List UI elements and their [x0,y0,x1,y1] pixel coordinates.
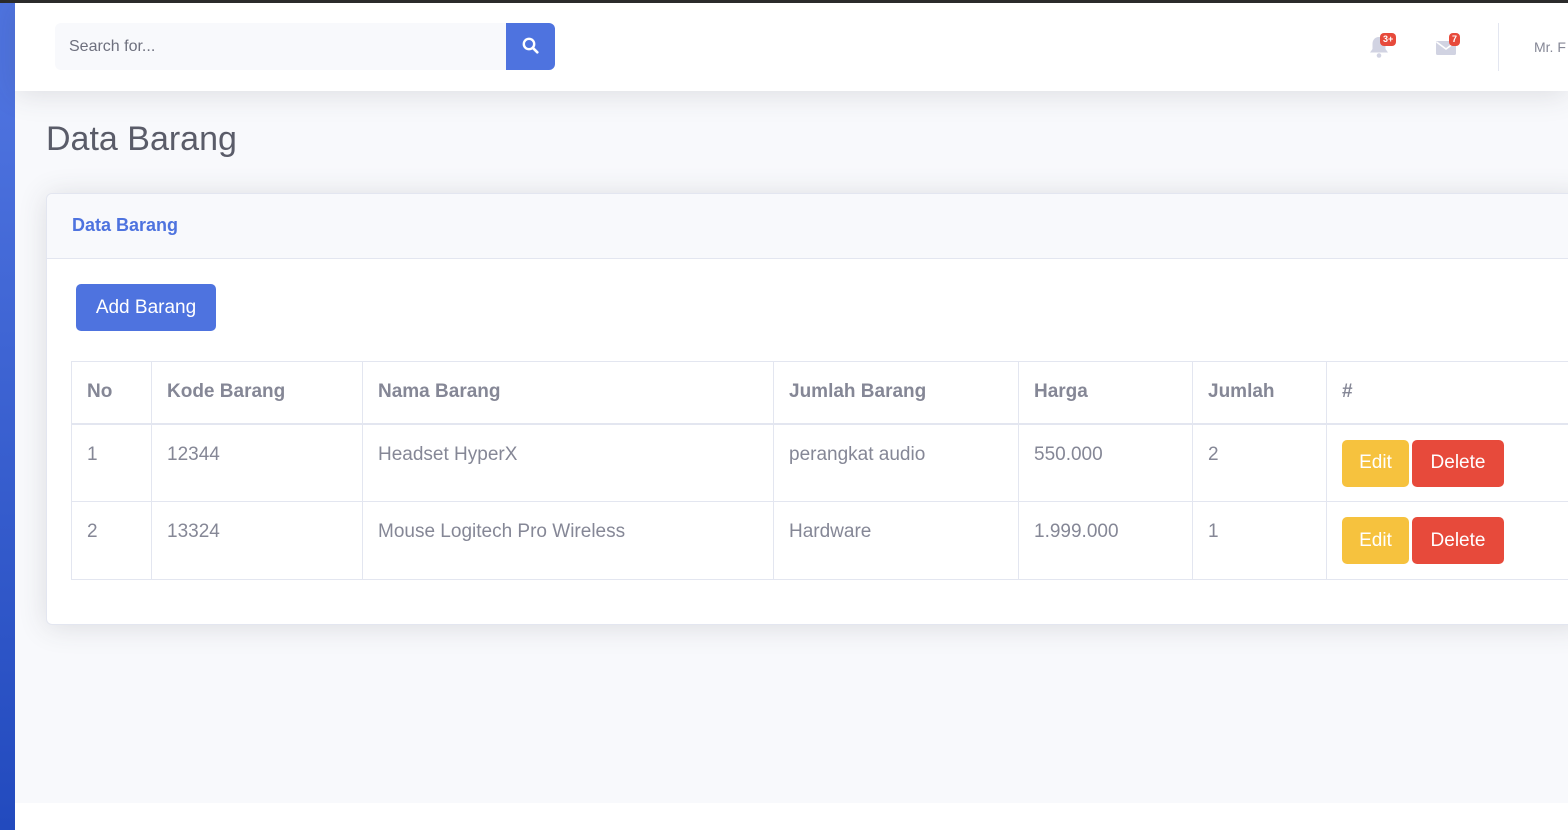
topbar-search [55,23,555,70]
edit-button[interactable]: Edit [1342,517,1409,564]
barang-table: No Kode Barang Nama Barang Jumlah Barang… [71,361,1568,580]
delete-button[interactable]: Delete [1412,439,1504,487]
sidebar [0,3,15,830]
column-header-harga: Harga [1018,361,1193,425]
cell-harga: 1.999.000 [1018,501,1193,580]
table-row: 1 12344 Headset HyperX perangkat audio 5… [71,423,1568,502]
cell-jumlah: 1 [1192,501,1327,580]
cell-no: 1 [71,423,152,502]
search-button[interactable] [506,23,555,70]
cell-actions: Edit Delete [1326,501,1568,580]
topbar: 3+ 7 Mr. F [15,3,1568,91]
table-header-row: No Kode Barang Nama Barang Jumlah Barang… [71,361,1568,425]
add-barang-button[interactable]: Add Barang [76,284,216,331]
column-header-jumlah: Jumlah [1192,361,1327,425]
topbar-divider [1498,23,1499,71]
column-header-actions: # [1326,361,1568,425]
cell-jumlah: 2 [1192,423,1327,502]
search-icon [522,37,539,57]
edit-button[interactable]: Edit [1342,439,1409,487]
column-header-kode-barang: Kode Barang [151,361,363,425]
page-title: Data Barang [46,120,237,158]
card-title: Data Barang [72,215,179,235]
cell-nama-barang: Headset HyperX [362,423,774,502]
cell-nama-barang: Mouse Logitech Pro Wireless [362,501,774,580]
card-header: Data Barang [47,194,1568,259]
column-header-jumlah-barang: Jumlah Barang [773,361,1019,425]
cell-no: 2 [71,501,152,580]
user-name[interactable]: Mr. F [1534,39,1566,55]
messages-dropdown[interactable]: 7 [1435,33,1461,59]
cell-kode-barang: 12344 [151,423,363,502]
cell-kode-barang: 13324 [151,501,363,580]
alerts-count-badge: 3+ [1380,33,1397,46]
alerts-dropdown[interactable]: 3+ [1368,33,1397,59]
cell-harga: 550.000 [1018,423,1193,502]
footer-strip [15,803,1568,830]
search-input[interactable] [55,23,506,70]
messages-count-badge: 7 [1449,33,1461,46]
data-card: Data Barang Add Barang No Kode Barang Na… [46,193,1568,625]
cell-actions: Edit Delete [1326,423,1568,502]
envelope-icon [1435,41,1457,63]
column-header-no: No [71,361,152,425]
table-row: 2 13324 Mouse Logitech Pro Wireless Hard… [71,501,1568,580]
column-header-nama-barang: Nama Barang [362,361,774,425]
cell-jumlah-barang: perangkat audio [773,423,1019,502]
cell-jumlah-barang: Hardware [773,501,1019,580]
delete-button[interactable]: Delete [1412,517,1504,564]
bell-icon [1368,37,1390,63]
